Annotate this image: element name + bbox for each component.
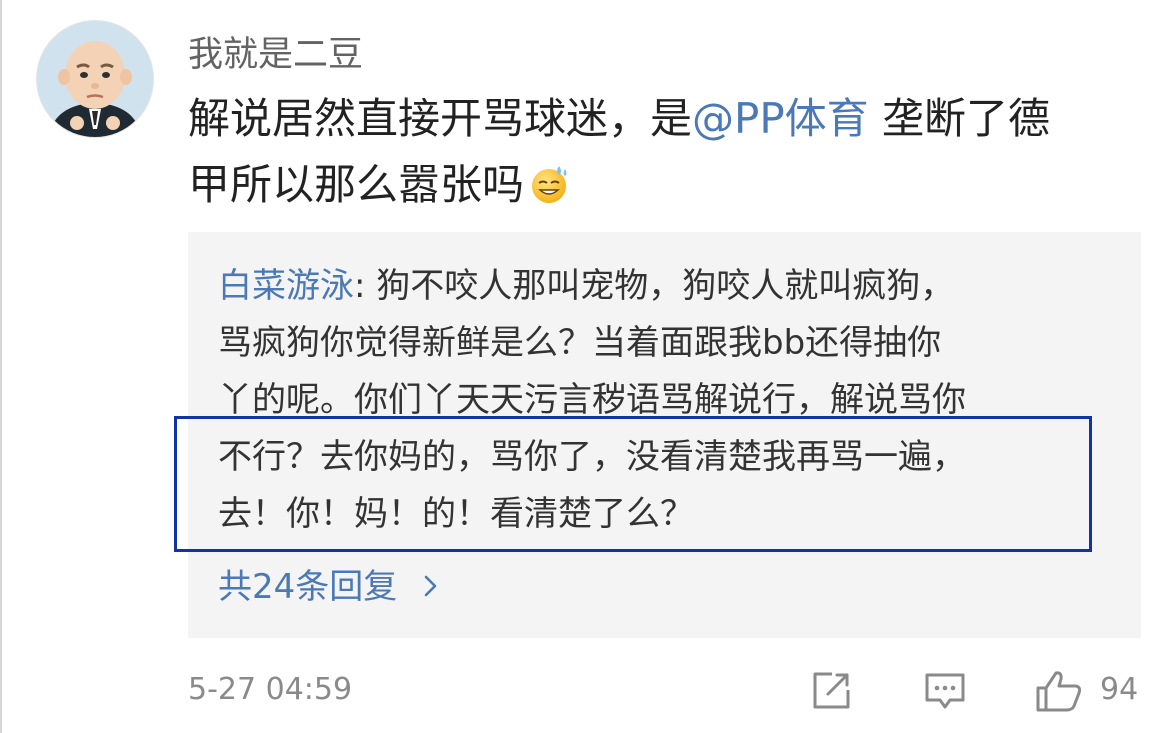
- comment-card: 我就是二豆 解说居然直接开骂球迷，是@PP体育 垄断了德 甲所以那么嚣张吗 白菜…: [0, 0, 1176, 733]
- more-replies-link[interactable]: 共24条回复: [218, 559, 442, 608]
- thumbs-up-icon[interactable]: [1034, 668, 1084, 714]
- username[interactable]: 我就是二豆: [188, 26, 363, 77]
- like-count: 94: [1100, 672, 1139, 707]
- comment-text-part2: 垄断了德: [868, 94, 1051, 143]
- sweat-smile-emoji-icon: [532, 166, 567, 203]
- reply-author[interactable]: 白菜游泳: [218, 266, 354, 306]
- baby-boss-avatar-icon: [37, 21, 153, 137]
- left-divider: [0, 0, 2, 733]
- comment-text-part1: 解说居然直接开骂球迷，是: [188, 94, 693, 143]
- chevron-right-icon: [424, 575, 437, 597]
- reply-separator: :: [354, 266, 377, 306]
- more-replies-label: 共24条回复: [218, 567, 398, 607]
- mention-link[interactable]: @PP体育: [692, 94, 869, 143]
- comment-text: 解说居然直接开骂球迷，是@PP体育 垄断了德 甲所以那么嚣张吗: [188, 86, 1148, 218]
- avatar[interactable]: [36, 20, 154, 138]
- reply-line-2: 骂疯狗你觉得新鲜是么？当着面跟我bb还得抽你: [218, 323, 942, 363]
- share-icon[interactable]: [808, 668, 854, 714]
- highlight-box: [174, 416, 1092, 552]
- reply-line-1: 狗不咬人那叫宠物，狗咬人就叫疯狗，: [376, 266, 955, 306]
- timestamp: 5-27 04:59: [188, 672, 353, 707]
- comment-icon[interactable]: [922, 668, 968, 714]
- comment-text-line2: 甲所以那么嚣张吗: [188, 160, 525, 209]
